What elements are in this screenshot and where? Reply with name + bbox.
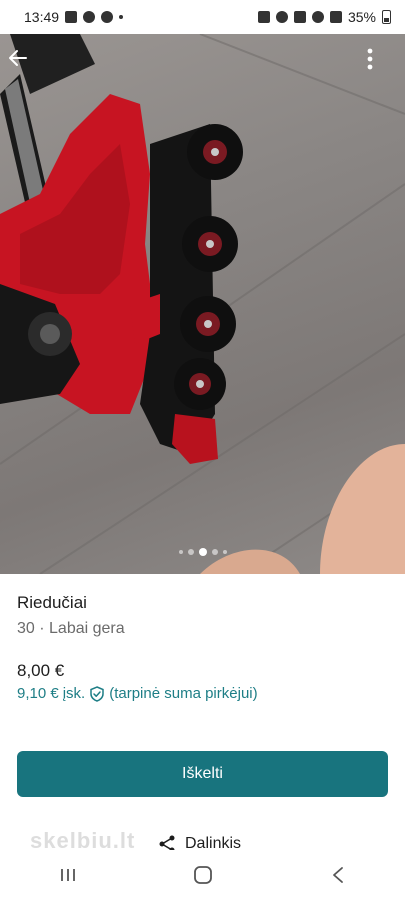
battery-icon <box>382 10 391 24</box>
recents-button[interactable] <box>38 855 98 895</box>
photo-illustration <box>0 34 405 574</box>
carousel-dot-active <box>198 548 207 556</box>
signal-icon <box>329 11 342 23</box>
facebook-icon <box>101 11 114 23</box>
carousel-dot <box>211 549 218 555</box>
bluetooth-icon <box>275 11 288 23</box>
price-incl-suffix: įsk. <box>62 685 86 702</box>
bump-button[interactable]: Iškelti <box>17 751 388 797</box>
back-button[interactable] <box>8 48 38 78</box>
wifi-icon <box>311 11 324 23</box>
price-incl-amount: 9,10 € <box>17 685 59 702</box>
threads-icon <box>83 11 96 23</box>
more-options-button[interactable] <box>367 48 397 78</box>
shield-icon <box>89 685 105 702</box>
alarm-icon <box>257 11 270 23</box>
gallery-icon <box>65 11 78 23</box>
arrow-left-icon <box>9 50 27 66</box>
status-left: 13:49 <box>24 9 124 25</box>
status-time: 13:49 <box>24 9 60 25</box>
battery-percent: 35% <box>347 9 376 25</box>
listing-subtitle: 30 · Labai gera <box>17 620 125 637</box>
carousel-dot <box>178 550 183 554</box>
carousel-dot <box>187 549 194 555</box>
mute-icon <box>293 11 306 23</box>
home-button[interactable] <box>173 855 233 895</box>
more-vertical-icon <box>367 48 373 70</box>
status-right: 35% <box>257 9 391 25</box>
dot-icon <box>119 15 124 19</box>
price-with-protection[interactable]: 9,10 € įsk. (tarpinė suma pirkėjui) <box>17 685 258 702</box>
buyer-protection-note: (tarpinė suma pirkėjui) <box>109 685 258 702</box>
carousel-indicator <box>0 548 405 556</box>
recents-icon <box>60 869 75 881</box>
status-bar: 13:49 35% <box>0 0 405 34</box>
system-nav-bar <box>0 850 405 900</box>
carousel-dot <box>222 550 227 554</box>
back-icon <box>332 867 343 883</box>
nav-back-button[interactable] <box>308 855 368 895</box>
listing-title: Riedučiai <box>17 593 87 612</box>
home-icon <box>193 866 212 884</box>
listing-price: 8,00 € <box>17 661 65 680</box>
listing-photo[interactable] <box>0 34 405 574</box>
